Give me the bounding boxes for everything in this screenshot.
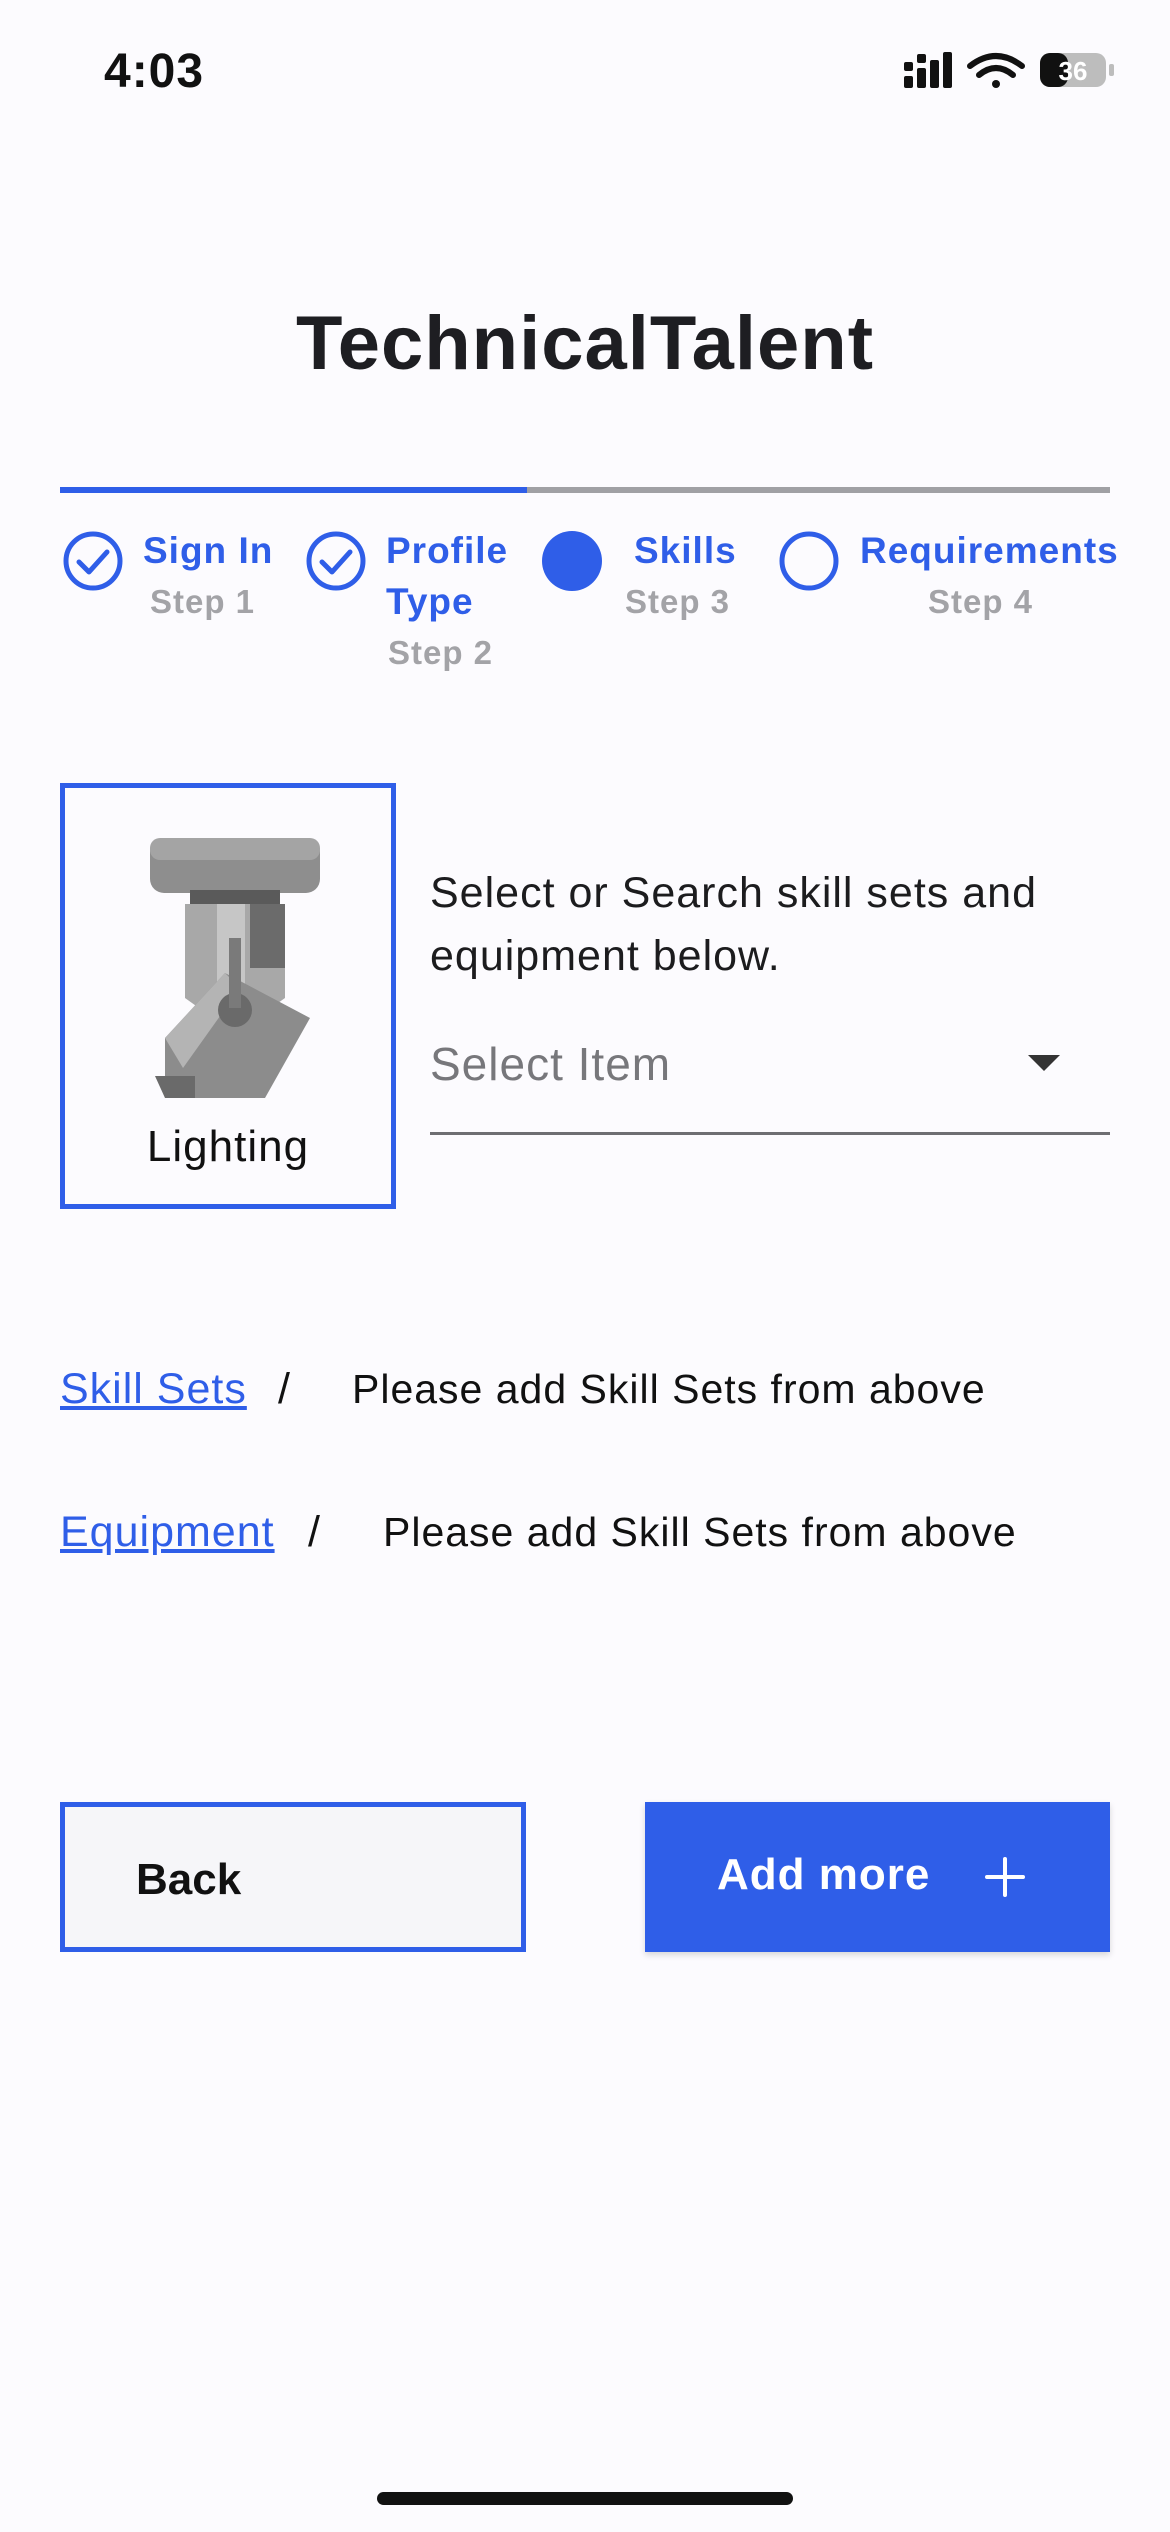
separator: / — [308, 1508, 320, 1556]
plus-icon — [985, 1857, 1025, 1897]
battery-level: 36 — [1059, 56, 1088, 86]
add-more-button[interactable]: Add more — [645, 1802, 1110, 1952]
check-circle-icon — [63, 531, 123, 591]
equipment-message: Please add Skill Sets from above — [383, 1509, 1017, 1555]
caret-down-icon — [1028, 1055, 1060, 1071]
step-label: Sign In — [143, 530, 274, 571]
select-item-dropdown[interactable]: Select Item — [430, 1025, 1110, 1135]
pending-step-icon — [779, 531, 839, 591]
step-label: Profile — [386, 530, 509, 571]
check-circle-icon — [306, 531, 366, 591]
status-time: 4:03 — [104, 45, 205, 98]
wifi-icon — [967, 53, 1025, 88]
step-label-line2: Type — [386, 581, 474, 622]
stage-light-icon — [150, 838, 320, 1098]
step-sub: Step 2 — [388, 634, 494, 671]
page-title: TechnicalTalent — [295, 301, 875, 386]
progress-fill — [60, 487, 527, 493]
battery-icon: 36 — [1040, 53, 1114, 87]
equipment-link[interactable]: Equipment — [60, 1508, 275, 1557]
back-button[interactable]: Back — [60, 1802, 526, 1952]
select-placeholder: Select Item — [430, 1038, 672, 1090]
skill-sets-message: Please add Skill Sets from above — [352, 1366, 986, 1412]
instructions-text: Select or Search skill sets and equipmen… — [430, 869, 1037, 980]
step-label: Skills — [634, 530, 737, 571]
back-button-label: Back — [136, 1855, 242, 1904]
step-sub: Step 1 — [150, 583, 256, 620]
home-indicator — [377, 2492, 793, 2505]
signal-icon — [904, 52, 952, 88]
status-icons: 36 — [904, 52, 1114, 88]
separator: / — [278, 1365, 290, 1413]
skill-card-label: Lighting — [146, 1122, 310, 1171]
step-sub: Step 3 — [625, 583, 731, 620]
skill-card-lighting[interactable]: Lighting — [60, 783, 396, 1209]
step-sub: Step 4 — [928, 583, 1034, 620]
add-more-button-label: Add more — [717, 1850, 931, 1899]
active-step-icon — [542, 531, 602, 591]
step-label: Requirements — [860, 530, 1119, 571]
skill-sets-link[interactable]: Skill Sets — [60, 1365, 247, 1414]
